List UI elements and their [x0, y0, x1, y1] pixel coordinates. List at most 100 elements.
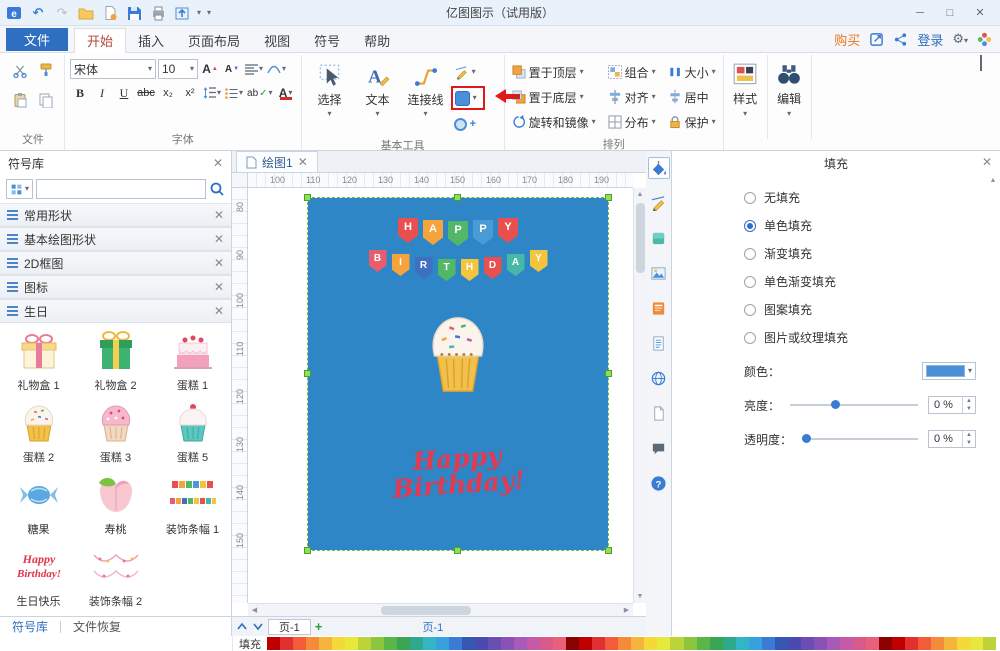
print-button[interactable]	[149, 4, 167, 22]
close-library-icon[interactable]: ✕	[213, 157, 223, 169]
close-section-icon[interactable]: ✕	[214, 209, 224, 221]
group-button[interactable]: 组合▾	[606, 60, 658, 84]
library-section-birthday[interactable]: 生日 ✕	[0, 299, 231, 323]
symbol-cake-1[interactable]: 蛋糕 1	[154, 327, 231, 399]
selection-handle-s[interactable]	[454, 547, 461, 554]
transparency-slider-handle[interactable]	[802, 434, 811, 443]
palette-swatch[interactable]	[371, 637, 384, 650]
palette-swatch[interactable]	[345, 637, 358, 650]
symbol-cake-3[interactable]: 蛋糕 3	[77, 399, 154, 471]
tab-file-recovery[interactable]: 文件恢复	[61, 617, 133, 636]
palette-swatch[interactable]	[540, 637, 553, 650]
text-align-button[interactable]: ▾	[244, 59, 264, 79]
symbol-cake-2[interactable]: 蛋糕 2	[0, 399, 77, 471]
tab-help[interactable]: 帮助	[352, 28, 402, 52]
palette-swatch[interactable]	[749, 637, 762, 650]
symbol-longevity-peach[interactable]: 寿桃	[77, 471, 154, 543]
transparency-slider[interactable]	[802, 438, 918, 440]
radio-icon[interactable]	[744, 276, 756, 288]
paste-icon[interactable]	[9, 90, 31, 110]
palette-swatch[interactable]	[892, 637, 905, 650]
drawing-canvas[interactable]: HAPPY BIRTHDAY Happy Birthday!	[248, 188, 633, 603]
palette-swatch[interactable]	[514, 637, 527, 650]
share-icon[interactable]	[893, 32, 908, 47]
palette-swatch[interactable]	[736, 637, 749, 650]
quick-access-menu-icon[interactable]: ▾	[207, 9, 211, 17]
palette-swatch[interactable]	[657, 637, 670, 650]
palette-swatch[interactable]	[579, 637, 592, 650]
superscript-button[interactable]: x²	[180, 83, 200, 103]
palette-swatch[interactable]	[618, 637, 631, 650]
selection-handle-nw[interactable]	[304, 194, 311, 201]
tab-symbol-library[interactable]: 符号库	[0, 617, 60, 636]
settings-gear-icon[interactable]: ⚙▾	[952, 31, 968, 47]
symbol-candy[interactable]: 糖果	[0, 471, 77, 543]
line-spacing-button[interactable]: ▾	[202, 83, 222, 103]
add-page-icon[interactable]: +	[315, 619, 323, 634]
text-curve-button[interactable]: ▾	[266, 59, 287, 79]
rotate-mirror-button[interactable]: 旋转和镜像▾	[510, 110, 598, 134]
comment-panel-icon[interactable]	[648, 437, 670, 459]
fill-option-4[interactable]: 图案填充	[744, 301, 1000, 318]
palette-swatch[interactable]	[944, 637, 957, 650]
palette-swatch[interactable]	[449, 637, 462, 650]
palette-swatch[interactable]	[814, 637, 827, 650]
palette-swatch[interactable]	[475, 637, 488, 650]
palette-swatch[interactable]	[436, 637, 449, 650]
shape-tool-highlight[interactable]: ▾	[451, 86, 485, 110]
brightness-slider-handle[interactable]	[831, 400, 840, 409]
palette-swatch[interactable]	[840, 637, 853, 650]
symbol-gift-box-2[interactable]: 礼物盒 2	[77, 327, 154, 399]
library-section-2d-block[interactable]: 2D框图 ✕	[0, 251, 231, 275]
select-tool-button[interactable]: 选择▾	[307, 58, 353, 132]
undo-button[interactable]: ↶	[29, 4, 47, 22]
new-file-button[interactable]	[101, 4, 119, 22]
library-section-basic-drawing[interactable]: 基本绘图形状 ✕	[0, 227, 231, 251]
symbol-banner-1[interactable]: 装饰条幅 1	[154, 471, 231, 543]
bold-button[interactable]: B	[70, 83, 90, 103]
birthday-banner[interactable]: BIRTHDAY	[308, 250, 608, 272]
bring-to-front-button[interactable]: 置于顶层▾	[510, 60, 598, 84]
palette-swatch[interactable]	[410, 637, 423, 650]
fill-panel-scrollbar[interactable]: ▲	[987, 177, 999, 632]
page-panel-icon[interactable]	[648, 402, 670, 424]
vertical-scrollbar[interactable]: ▲ ▼	[633, 188, 646, 603]
library-picker[interactable]: ▾	[6, 179, 33, 199]
fill-option-3[interactable]: 单色渐变填充	[744, 273, 1000, 290]
line-panel-icon[interactable]	[648, 192, 670, 214]
palette-swatch[interactable]	[983, 637, 996, 650]
palette-swatch[interactable]	[697, 637, 710, 650]
fill-option-5[interactable]: 图片或纹理填充	[744, 329, 1000, 346]
image-panel-icon[interactable]	[648, 262, 670, 284]
fill-option-0[interactable]: 无填充	[744, 189, 1000, 206]
underline-button[interactable]: U	[114, 83, 134, 103]
palette-swatch[interactable]	[853, 637, 866, 650]
note-panel-icon[interactable]	[648, 297, 670, 319]
fill-color-picker[interactable]: ▾	[922, 362, 976, 380]
selection-handle-e[interactable]	[605, 370, 612, 377]
palette-swatch[interactable]	[462, 637, 475, 650]
tab-file[interactable]: 文件	[6, 28, 68, 51]
edit-button[interactable]: 编辑▾	[768, 55, 812, 139]
help-icon[interactable]: ?	[648, 472, 670, 494]
pen-tool-button[interactable]: ▾	[451, 61, 499, 83]
protect-button[interactable]: 保护▾	[666, 110, 718, 134]
theme-color-icon[interactable]	[977, 32, 992, 47]
palette-swatch[interactable]	[957, 637, 970, 650]
strikethrough-button[interactable]: abc	[136, 83, 156, 103]
library-section-icons[interactable]: 图标 ✕	[0, 275, 231, 299]
italic-button[interactable]: I	[92, 83, 112, 103]
fill-option-1[interactable]: 单色填充	[744, 217, 1000, 234]
page-tab-1[interactable]: 页-1	[268, 619, 311, 635]
radio-icon[interactable]	[744, 332, 756, 344]
export-button[interactable]	[173, 4, 191, 22]
selection-handle-sw[interactable]	[304, 547, 311, 554]
palette-swatch[interactable]	[762, 637, 775, 650]
happy-banner[interactable]: HAPPY	[308, 218, 608, 243]
palette-swatch[interactable]	[592, 637, 605, 650]
cut-icon[interactable]	[9, 60, 31, 80]
close-section-icon[interactable]: ✕	[214, 305, 224, 317]
increase-font-button[interactable]: A▲	[200, 59, 220, 79]
theme-swatch-icon[interactable]	[648, 227, 670, 249]
close-section-icon[interactable]: ✕	[214, 281, 224, 293]
